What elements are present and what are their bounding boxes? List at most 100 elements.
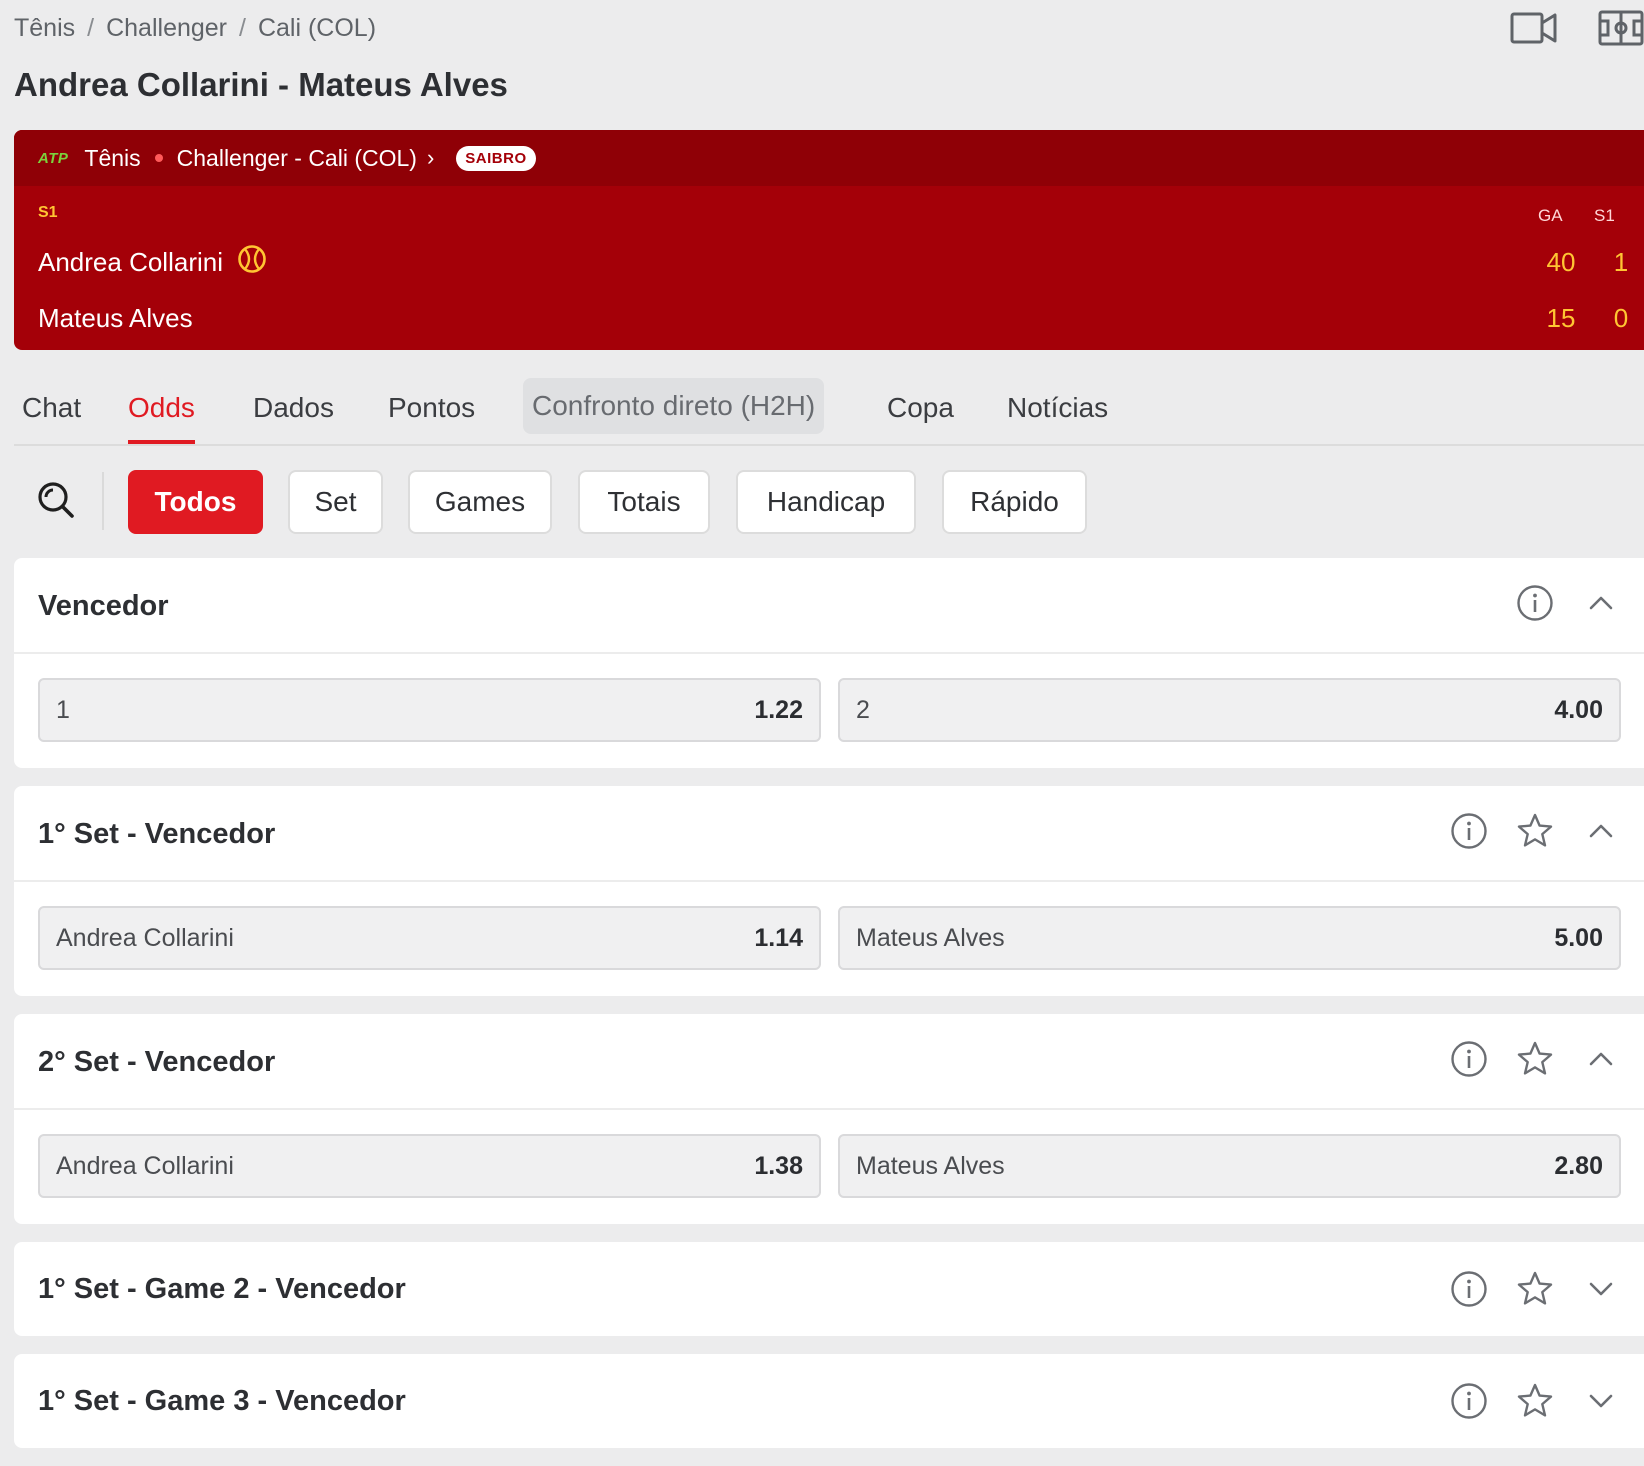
market-actions xyxy=(1450,1270,1620,1313)
odds-row: 1 1.22 2 4.00 xyxy=(14,654,1644,772)
filter-totais[interactable]: Totais xyxy=(578,470,710,534)
tab-dados[interactable]: Dados xyxy=(253,372,334,444)
match-tabs: Chat Odds Dados Pontos Confronto direto … xyxy=(14,372,1644,446)
filter-games[interactable]: Games xyxy=(408,470,552,534)
chevron-up-icon[interactable] xyxy=(1582,584,1620,627)
market-header[interactable]: Vencedor xyxy=(14,558,1644,654)
star-icon[interactable] xyxy=(1516,1382,1554,1425)
page-root: Tênis / Challenger / Cali (COL) Andrea C… xyxy=(0,0,1644,1466)
chevron-up-icon[interactable] xyxy=(1582,812,1620,855)
market-actions xyxy=(1450,1382,1620,1425)
star-icon[interactable] xyxy=(1516,1040,1554,1083)
tennis-ball-icon xyxy=(237,244,267,281)
market-card: 1° Set - Game 3 - Vencedor xyxy=(14,1354,1644,1448)
breadcrumb: Tênis / Challenger / Cali (COL) xyxy=(14,12,1644,44)
breadcrumb-separator: / xyxy=(87,13,95,42)
video-camera-icon[interactable] xyxy=(1510,10,1558,51)
odd-button[interactable]: 2 4.00 xyxy=(838,678,1621,742)
tab-h2h[interactable]: Confronto direto (H2H) xyxy=(523,378,825,434)
tab-copa[interactable]: Copa xyxy=(887,372,954,444)
player-row: Andrea Collarini 40 1 xyxy=(38,242,1628,282)
tab-odds[interactable]: Odds xyxy=(128,372,195,444)
scoreboard-sport: Tênis xyxy=(84,144,141,171)
tab-pontos[interactable]: Pontos xyxy=(388,372,475,444)
market-card: 1° Set - Game 2 - Vencedor xyxy=(14,1242,1644,1336)
info-icon[interactable] xyxy=(1450,1270,1488,1313)
top-bar: Tênis / Challenger / Cali (COL) xyxy=(14,10,1644,52)
info-icon[interactable] xyxy=(1450,1040,1488,1083)
odd-label: Andrea Collarini xyxy=(56,923,234,952)
star-icon[interactable] xyxy=(1516,1270,1554,1313)
market-header[interactable]: 1° Set - Game 3 - Vencedor xyxy=(14,1354,1644,1448)
market-title: Vencedor xyxy=(38,589,169,622)
breadcrumb-item-category[interactable]: Challenger xyxy=(106,14,227,43)
market-actions xyxy=(1450,812,1620,855)
player-name: Andrea Collarini xyxy=(38,246,223,277)
market-actions xyxy=(1450,1040,1620,1083)
atp-logo: ATP xyxy=(38,149,69,167)
market-header[interactable]: 2° Set - Vencedor xyxy=(14,1014,1644,1110)
surface-badge: SAIBRO xyxy=(456,145,536,171)
scoreboard-header[interactable]: ATP Tênis Challenger - Cali (COL) › SAIB… xyxy=(14,130,1644,186)
market-title: 1° Set - Game 2 - Vencedor xyxy=(38,1272,406,1305)
breadcrumb-separator: / xyxy=(239,13,246,42)
current-set-label: S1 xyxy=(38,204,58,221)
chevron-down-icon[interactable] xyxy=(1582,1270,1620,1313)
player-game-score: 15 xyxy=(1546,302,1576,333)
odd-button[interactable]: Andrea Collarini 1.14 xyxy=(38,906,821,970)
field-layout-icon[interactable] xyxy=(1598,10,1644,51)
odd-button[interactable]: Mateus Alves 5.00 xyxy=(838,906,1621,970)
chevron-right-icon: › xyxy=(426,145,435,170)
tab-noticias[interactable]: Notícias xyxy=(1007,372,1108,444)
breadcrumb-item-sport[interactable]: Tênis xyxy=(14,14,75,43)
odd-button[interactable]: Mateus Alves 2.80 xyxy=(838,1134,1621,1198)
odd-label: 2 xyxy=(856,695,870,724)
chevron-up-icon[interactable] xyxy=(1582,1040,1620,1083)
player-row: Mateus Alves 15 0 xyxy=(38,298,1628,338)
market-header[interactable]: 1° Set - Vencedor xyxy=(14,786,1644,882)
chevron-down-icon[interactable] xyxy=(1582,1382,1620,1425)
market-card: Vencedor 1 1.22 2 4.00 xyxy=(14,558,1644,768)
odd-value: 1.22 xyxy=(754,695,803,724)
market-card: 1° Set - Vencedor Andrea Collarini 1.14 … xyxy=(14,786,1644,996)
odd-value: 1.14 xyxy=(754,923,803,952)
scoreboard: ATP Tênis Challenger - Cali (COL) › SAIB… xyxy=(14,130,1644,350)
filter-divider xyxy=(102,472,104,530)
player-game-score: 40 xyxy=(1546,246,1576,277)
market-actions xyxy=(1516,584,1620,627)
odd-label: Andrea Collarini xyxy=(56,1151,234,1180)
odd-value: 5.00 xyxy=(1554,923,1603,952)
game-column-header: GA xyxy=(1538,206,1563,225)
odd-value: 2.80 xyxy=(1554,1151,1603,1180)
scoreboard-competition: Challenger - Cali (COL) xyxy=(176,144,417,171)
market-header[interactable]: 1° Set - Game 2 - Vencedor xyxy=(14,1242,1644,1336)
player-set-score: 1 xyxy=(1613,246,1629,277)
odds-row: Andrea Collarini 1.14 Mateus Alves 5.00 xyxy=(14,882,1644,1000)
separator-dot xyxy=(154,154,163,162)
odd-label: Mateus Alves xyxy=(856,1151,1005,1180)
top-actions xyxy=(1510,10,1644,51)
odd-button[interactable]: 1 1.22 xyxy=(38,678,821,742)
odd-label: 1 xyxy=(56,695,70,724)
breadcrumb-item-tournament[interactable]: Cali (COL) xyxy=(258,14,376,43)
odds-row: Andrea Collarini 1.38 Mateus Alves 2.80 xyxy=(14,1110,1644,1228)
player-set-score: 0 xyxy=(1613,302,1629,333)
tab-chat[interactable]: Chat xyxy=(22,372,81,444)
info-icon[interactable] xyxy=(1450,812,1488,855)
filter-todos[interactable]: Todos xyxy=(128,470,263,534)
filter-set[interactable]: Set xyxy=(288,470,383,534)
info-icon[interactable] xyxy=(1516,584,1554,627)
market-card: 2° Set - Vencedor Andrea Collarini 1.38 … xyxy=(14,1014,1644,1224)
market-filters: Todos Set Games Totais Handicap Rápido xyxy=(14,470,1644,534)
odd-button[interactable]: Andrea Collarini 1.38 xyxy=(38,1134,821,1198)
set-column-header: S1 xyxy=(1594,206,1615,225)
filter-handicap[interactable]: Handicap xyxy=(736,470,916,534)
player-name: Mateus Alves xyxy=(38,302,193,333)
market-title: 1° Set - Vencedor xyxy=(38,817,276,850)
star-icon[interactable] xyxy=(1516,812,1554,855)
odd-value: 4.00 xyxy=(1554,695,1603,724)
filter-rapido[interactable]: Rápido xyxy=(942,470,1087,534)
odd-label: Mateus Alves xyxy=(856,923,1005,952)
info-icon[interactable] xyxy=(1450,1382,1488,1425)
search-icon[interactable] xyxy=(36,480,76,525)
